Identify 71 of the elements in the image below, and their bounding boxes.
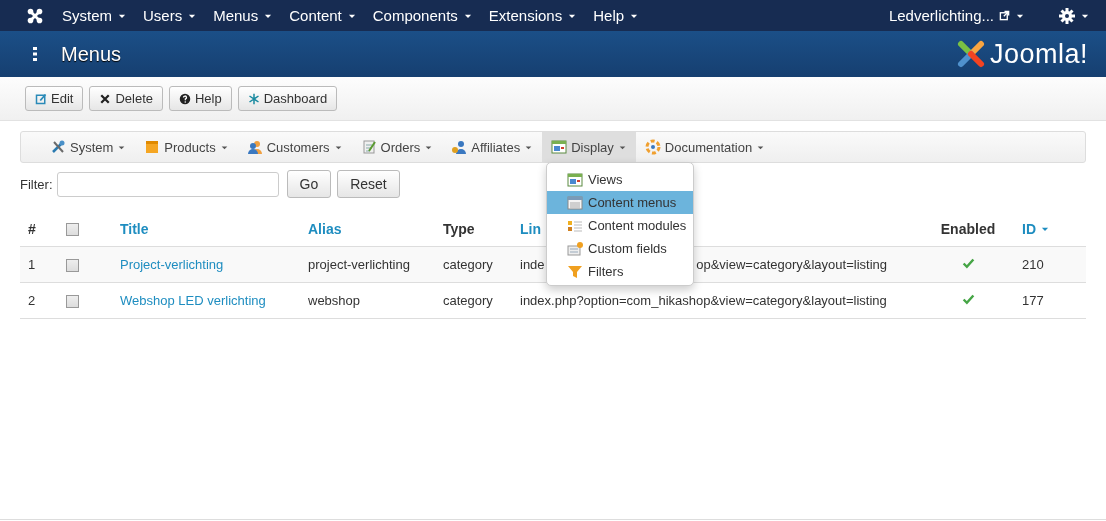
submenu-item[interactable]: Products [135,132,238,162]
table-cell: category [443,293,493,308]
external-link-icon [999,10,1010,21]
dropdown-item[interactable]: Content modules [547,214,693,237]
toolbar-button[interactable]: Delete [89,86,163,111]
filter-label: Filter: [20,176,53,192]
table-cell: 210 [1022,257,1044,272]
settings-menu[interactable] [1059,7,1090,24]
asterisk-icon [247,92,260,105]
toolbar-button[interactable]: Dashboard [237,86,338,111]
people-icon [246,139,263,155]
column-header: # [28,220,36,237]
settings-icon [1059,7,1075,24]
page-title: Menus [61,42,122,66]
reset-button[interactable]: Reset [337,170,400,198]
checkbox[interactable] [66,295,79,309]
menu-item-link[interactable]: Webshop LED verlichting [120,293,266,308]
table-cell: project-verlichting [308,257,410,272]
close-icon [99,92,112,105]
edit-icon [35,92,47,105]
dropdown-item[interactable]: Filters [547,260,693,283]
nav-menu-item[interactable]: Components [372,7,473,24]
filter-field[interactable] [56,171,279,197]
checkbox[interactable] [66,259,79,273]
nav-menu-item[interactable]: Content [289,7,357,24]
logo-text: Joomla! [989,38,1088,70]
column-header: Enabled [940,220,996,237]
table-cell: category [443,257,493,272]
joomla-icon [26,6,44,25]
tools-icon [50,139,66,155]
table-cell: inde [520,257,545,272]
nav-menu-item[interactable]: Users [143,7,198,24]
box-icon [144,139,161,155]
people-coin-icon [451,139,468,155]
column-sort-link[interactable]: Lin [520,220,541,237]
table-cell: 177 [1022,293,1044,308]
window-icon [567,171,583,188]
dropdown-item[interactable]: Custom fields [547,237,693,260]
nav-menu-item[interactable]: Menus [213,7,274,24]
toolbar-button[interactable]: Help [169,86,232,111]
help-icon [179,92,191,105]
lifebuoy-icon [644,139,661,155]
table-cell: 2 [28,293,36,308]
funnel-icon [567,263,583,280]
column-sort-link[interactable]: ID [1022,220,1050,237]
nav-menu-item[interactable]: System [62,7,127,24]
submenu-item[interactable]: Display [542,132,636,162]
go-button[interactable]: Go [286,170,332,198]
table-cell: index.php?option=com_hikashop&view=category&layout=listing [520,293,887,308]
form-icon [567,240,583,257]
submenu-item[interactable]: System [41,132,136,162]
submenu-item[interactable]: Orders [351,132,443,162]
site-link[interactable]: Ledverlichting... [888,7,1025,24]
list-window-icon [567,194,583,211]
column-header: Type [443,220,475,237]
checkbox[interactable] [66,223,79,237]
table-cell: webshop [308,293,361,308]
column-sort-link[interactable]: Alias [308,220,342,237]
nav-menu-item[interactable]: Extensions [488,7,578,24]
column-sort-link[interactable]: Title [120,220,149,237]
document-pen-icon [360,139,377,155]
submenu-item[interactable]: Customers [237,132,352,162]
submenu-item[interactable]: Documentation [635,132,775,162]
table-cell: 1 [28,257,36,272]
submenu-item[interactable]: Affiliates [442,132,543,162]
window-icon [551,139,568,155]
dropdown-item[interactable]: Views [547,168,693,191]
dropdown-item[interactable]: Content menus [547,191,693,214]
table-cell: op&view=category&layout=listing [696,257,887,272]
nav-menu-item[interactable]: Help [593,7,640,24]
toolbar-button[interactable]: Edit [25,86,84,111]
